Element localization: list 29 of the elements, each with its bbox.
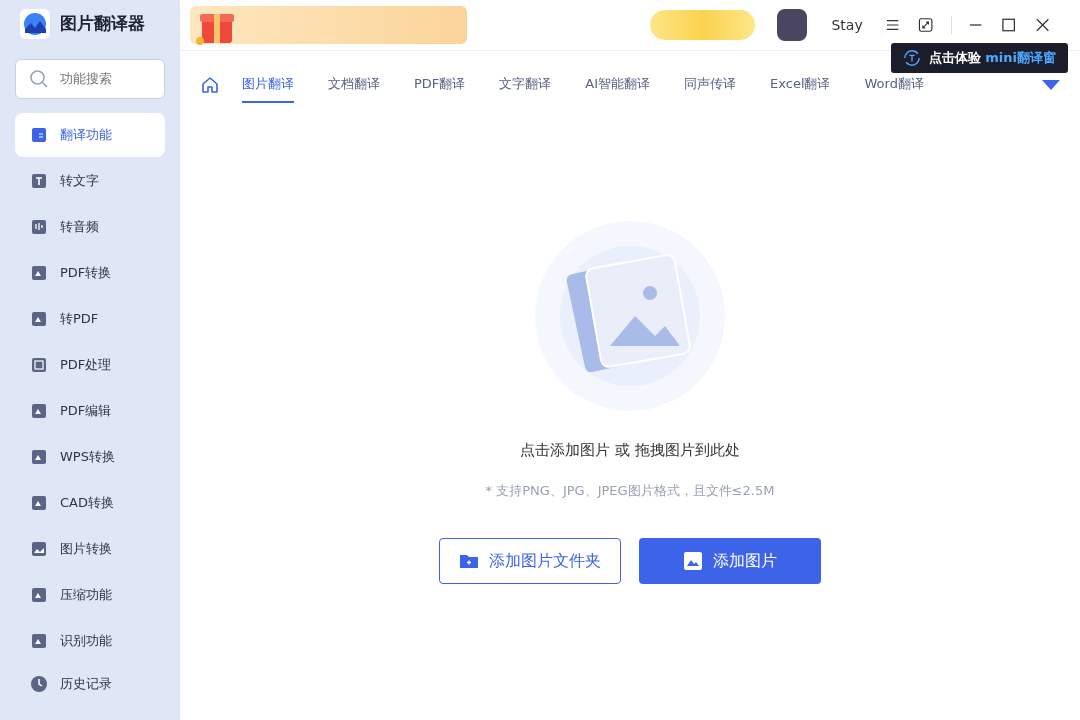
tab[interactable]: Excel翻译 <box>770 67 831 103</box>
tab[interactable]: 图片翻译 <box>242 67 294 103</box>
tab[interactable]: PDF翻译 <box>414 67 466 103</box>
sidebar-item[interactable]: 图片转换 <box>15 526 165 571</box>
sidebar-item[interactable]: PDF编辑 <box>15 388 165 433</box>
tab[interactable]: 同声传译 <box>684 67 737 103</box>
sidebar-item[interactable]: 压缩功能 <box>15 572 165 617</box>
sidebar-item[interactable]: 转音频 <box>15 204 165 249</box>
sidebar-item[interactable]: 翻译功能 <box>15 112 165 157</box>
sidebar-item[interactable]: 转PDF <box>15 296 165 341</box>
sidebar-item[interactable]: PDF处理 <box>15 342 165 387</box>
add-image-button[interactable]: 添加图片 <box>639 538 821 584</box>
user-name[interactable]: Stay <box>831 17 863 33</box>
history-item[interactable]: 历史记录 <box>15 662 165 705</box>
app-title: 图片翻译器 <box>60 12 145 36</box>
sidebar-item[interactable]: WPS转换 <box>15 434 165 479</box>
tab[interactable]: 文档翻译 <box>328 67 380 103</box>
upload-title: 点击添加图片 或 拖拽图片到此处 <box>520 441 740 460</box>
sidebar-item[interactable]: 识别功能 <box>15 618 165 663</box>
search-field[interactable]: 功能搜索 <box>15 58 165 99</box>
tab[interactable]: AI智能翻译 <box>585 67 651 103</box>
sidebar-item[interactable]: CAD转换 <box>15 480 165 525</box>
tooltip[interactable]: 点击体验 mini翻译窗 <box>890 43 1068 73</box>
tooltip-text: 点击体验 mini翻译窗 <box>928 49 1056 67</box>
sidebar-item[interactable]: PDF转换 <box>15 250 165 295</box>
tab[interactable]: 文字翻译 <box>499 67 552 103</box>
sidebar-item[interactable]: 转文字 <box>15 158 165 203</box>
add-folder-button[interactable]: 添加图片文件夹 <box>439 538 621 584</box>
upload-hint: * 支持PNG、JPG、JPEG图片格式，且文件≤2.5M <box>485 482 775 500</box>
